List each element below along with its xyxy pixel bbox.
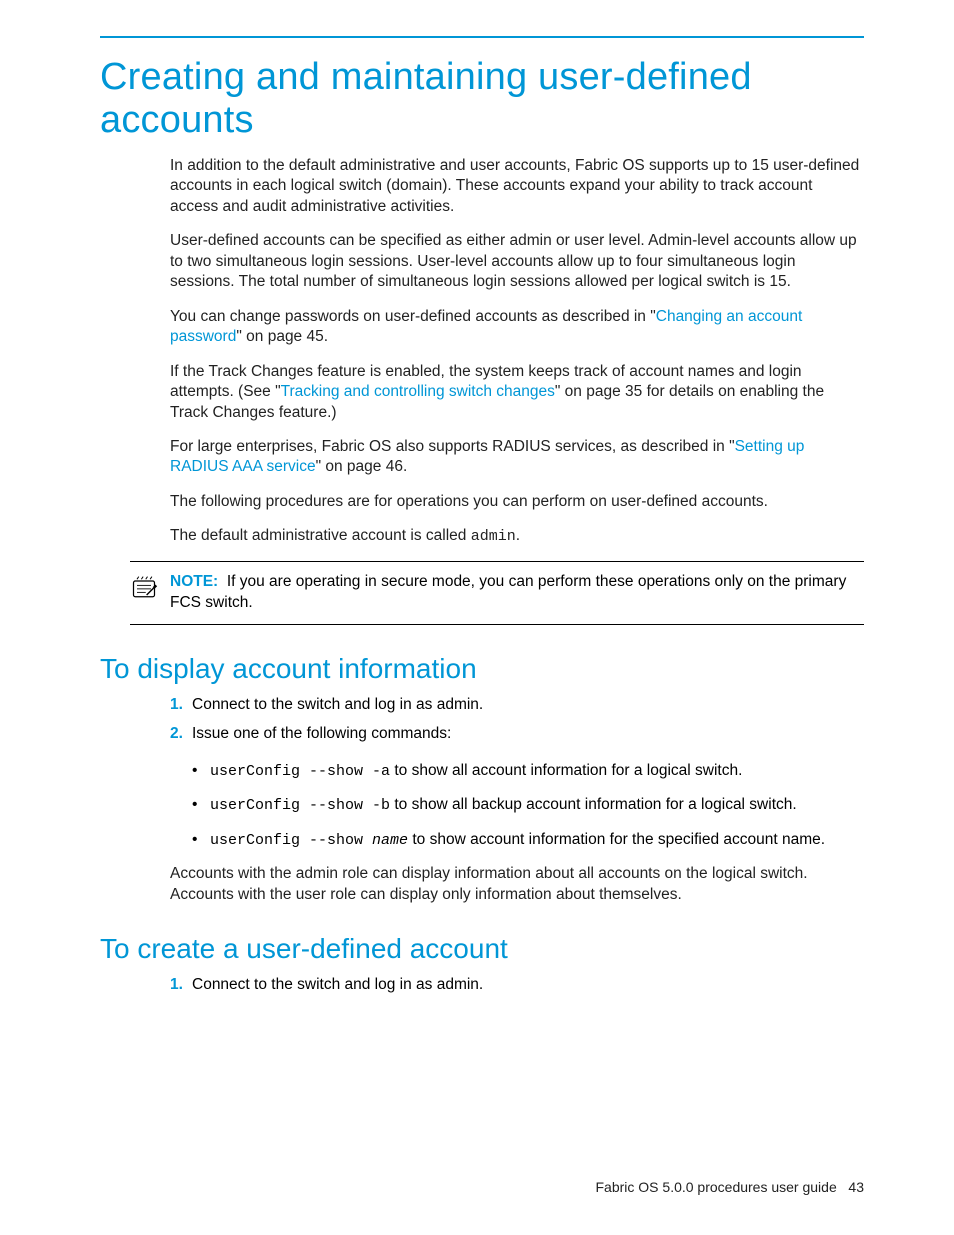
- text: The default administrative account is ca…: [170, 527, 471, 544]
- note-block: NOTE: If you are operating in secure mod…: [130, 561, 864, 625]
- intro-p4: If the Track Changes feature is enabled,…: [170, 362, 864, 423]
- code-admin: admin: [471, 528, 516, 545]
- link-tracking-changes[interactable]: Tracking and controlling switch changes: [281, 383, 555, 400]
- text: to show all account information for a lo…: [390, 762, 742, 779]
- note-divider-top: [130, 561, 864, 562]
- bullet-1: userConfig --show -a to show all account…: [192, 759, 864, 784]
- command-bullets: userConfig --show -a to show all account…: [192, 759, 864, 853]
- step-text: Connect to the switch and log in as admi…: [192, 696, 483, 713]
- footer-page-number: 43: [848, 1179, 864, 1195]
- heading-create-account: To create a user-defined account: [100, 933, 864, 965]
- heading-display-account: To display account information: [100, 653, 864, 685]
- text: .: [516, 527, 520, 544]
- top-rule: [100, 36, 864, 38]
- intro-p1: In addition to the default administrativ…: [170, 156, 864, 217]
- display-block: 1.Connect to the switch and log in as ad…: [170, 693, 864, 905]
- intro-p5: For large enterprises, Fabric OS also su…: [170, 437, 864, 478]
- code: userConfig --show -a: [210, 763, 390, 780]
- note-body: If you are operating in secure mode, you…: [170, 573, 846, 611]
- step-text: Issue one of the following commands:: [192, 725, 451, 742]
- footer-text: Fabric OS 5.0.0 procedures user guide: [596, 1179, 837, 1195]
- page-footer: Fabric OS 5.0.0 procedures user guide 43: [596, 1179, 865, 1195]
- code: userConfig --show: [210, 832, 372, 849]
- note-icon: [130, 572, 158, 607]
- code-arg: name: [372, 832, 408, 849]
- note-divider-bottom: [130, 624, 864, 625]
- intro-p2: User-defined accounts can be specified a…: [170, 231, 864, 292]
- create-steps: 1.Connect to the switch and log in as ad…: [170, 973, 864, 998]
- create-block: 1.Connect to the switch and log in as ad…: [170, 973, 864, 998]
- text: to show account information for the spec…: [408, 831, 825, 848]
- text: " on page 46.: [316, 458, 408, 475]
- text: " on page 45.: [236, 328, 328, 345]
- bullet-3: userConfig --show name to show account i…: [192, 828, 864, 853]
- bullet-2: userConfig --show -b to show all backup …: [192, 793, 864, 818]
- intro-p6: The following procedures are for operati…: [170, 492, 864, 512]
- step-2: 2.Issue one of the following commands:: [170, 722, 864, 747]
- display-para: Accounts with the admin role can display…: [170, 864, 864, 905]
- note-label: NOTE:: [170, 573, 218, 590]
- intro-p3: You can change passwords on user-defined…: [170, 307, 864, 348]
- step-1: 1.Connect to the switch and log in as ad…: [170, 973, 864, 998]
- intro-block: In addition to the default administrativ…: [170, 156, 864, 547]
- step-text: Connect to the switch and log in as admi…: [192, 976, 483, 993]
- page-title: Creating and maintaining user-defined ac…: [100, 56, 864, 142]
- text: You can change passwords on user-defined…: [170, 308, 656, 325]
- text: to show all backup account information f…: [390, 796, 797, 813]
- page: Creating and maintaining user-defined ac…: [0, 0, 954, 1235]
- note-text: NOTE: If you are operating in secure mod…: [170, 572, 864, 614]
- step-1: 1.Connect to the switch and log in as ad…: [170, 693, 864, 718]
- code: userConfig --show -b: [210, 797, 390, 814]
- display-steps: 1.Connect to the switch and log in as ad…: [170, 693, 864, 747]
- text: For large enterprises, Fabric OS also su…: [170, 438, 735, 455]
- intro-p7: The default administrative account is ca…: [170, 526, 864, 547]
- note-row: NOTE: If you are operating in secure mod…: [130, 572, 864, 614]
